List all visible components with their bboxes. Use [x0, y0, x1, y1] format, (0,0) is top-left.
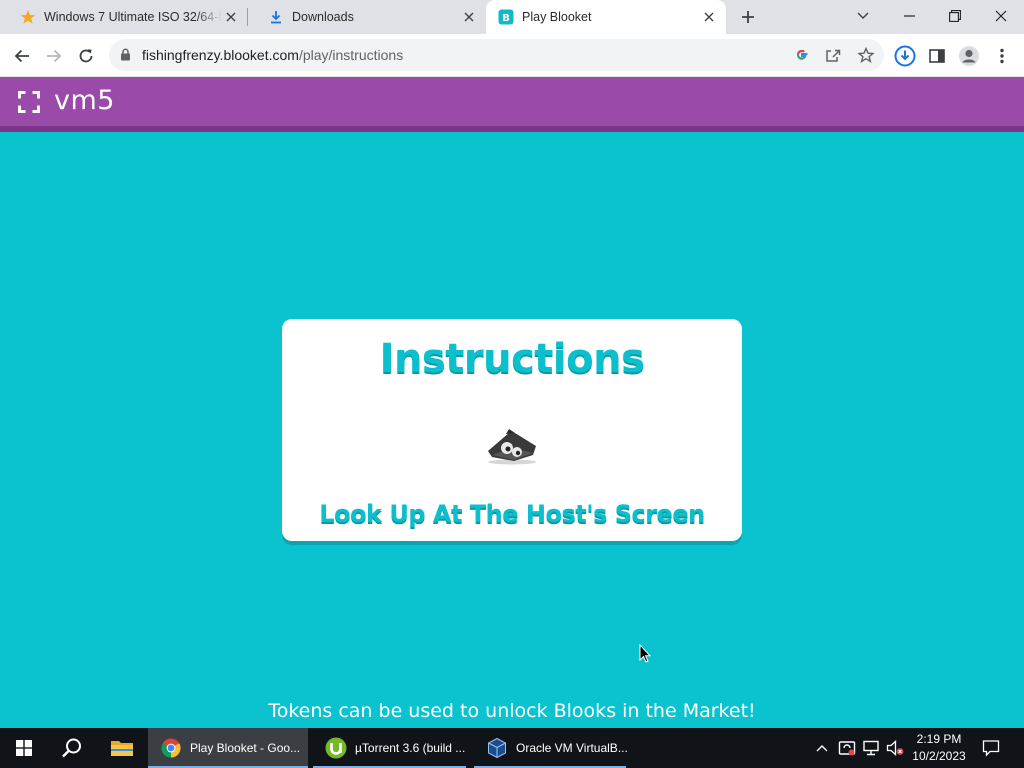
tab-title: Downloads: [292, 10, 354, 24]
restore-button[interactable]: [932, 0, 978, 32]
volume-muted-icon[interactable]: [884, 728, 906, 768]
share-icon[interactable]: [823, 45, 843, 65]
url-host: fishingfrenzy.blooket.com: [142, 47, 299, 63]
tab-play-blooket[interactable]: B Play Blooket: [486, 0, 726, 34]
forward-button[interactable]: [40, 42, 68, 70]
vpn-security-icon[interactable]: [836, 728, 858, 768]
player-name: vm5: [54, 85, 115, 116]
reload-button[interactable]: [72, 42, 100, 70]
taskbar-app-label: Oracle VM VirtualB...: [516, 741, 628, 755]
mouse-cursor-icon: [639, 643, 652, 668]
menu-kebab-icon[interactable]: [988, 42, 1016, 70]
utorrent-icon: [325, 737, 347, 759]
close-window-button[interactable]: [978, 0, 1024, 32]
close-tab-icon[interactable]: [222, 8, 240, 26]
url-text: fishingfrenzy.blooket.com/play/instructi…: [142, 47, 403, 63]
profile-avatar-icon[interactable]: [955, 42, 983, 70]
download-icon: [268, 9, 284, 25]
tab-search-chevron-icon[interactable]: [840, 0, 886, 32]
browser-tab-strip: Windows 7 Ultimate ISO 32/64-bit Downloa…: [0, 0, 1024, 34]
taskbar-app-label: µTorrent 3.6 (build ...: [355, 741, 466, 755]
google-lens-icon[interactable]: [792, 45, 812, 65]
start-button[interactable]: [0, 728, 48, 768]
close-tab-icon[interactable]: [700, 8, 718, 26]
fullscreen-icon[interactable]: [18, 91, 40, 113]
chrome-icon: [160, 737, 182, 759]
downloads-button[interactable]: [891, 42, 919, 70]
tab-title: Play Blooket: [522, 10, 592, 24]
network-icon[interactable]: [860, 728, 882, 768]
back-button[interactable]: [8, 42, 36, 70]
instructions-title: Instructions: [379, 336, 645, 382]
new-tab-button[interactable]: [736, 6, 760, 28]
taskbar-app-label: Play Blooket - Goo...: [190, 741, 301, 755]
virtualbox-icon: [486, 737, 508, 759]
browser-toolbar: fishingfrenzy.blooket.com/play/instructi…: [0, 34, 1024, 77]
system-clock[interactable]: 2:19 PM 10/2/2023: [908, 731, 970, 765]
instructions-subtitle: Look Up At The Host's Screen: [319, 500, 705, 528]
side-panel-icon[interactable]: [923, 42, 951, 70]
notifications-icon[interactable]: [978, 728, 1004, 768]
close-tab-icon[interactable]: [460, 8, 478, 26]
blooket-icon: B: [498, 9, 514, 25]
tab-windows-7-iso[interactable]: Windows 7 Ultimate ISO 32/64-bit: [0, 0, 248, 34]
taskbar-utorrent[interactable]: µTorrent 3.6 (build ...: [313, 728, 466, 768]
svg-text:B: B: [502, 13, 510, 24]
tip-text: Tokens can be used to unlock Blooks in t…: [268, 700, 756, 722]
blook-character-icon: [484, 424, 540, 466]
show-hidden-icons-chevron-icon[interactable]: [812, 728, 832, 768]
star-icon: [20, 9, 36, 25]
minimize-button[interactable]: [886, 0, 932, 32]
url-path: /play/instructions: [298, 47, 404, 63]
header-bottom-edge: [0, 126, 1024, 132]
bookmark-star-icon[interactable]: [856, 45, 876, 65]
clock-date: 10/2/2023: [912, 749, 966, 763]
taskbar-virtualbox[interactable]: Oracle VM VirtualB...: [474, 728, 628, 768]
tab-downloads[interactable]: Downloads: [248, 0, 486, 34]
file-explorer-icon[interactable]: [98, 728, 146, 768]
tab-title: Windows 7 Ultimate ISO 32/64-bit: [44, 10, 222, 24]
clock-time: 2:19 PM: [916, 732, 962, 746]
search-icon[interactable]: [48, 728, 96, 768]
taskbar-chrome[interactable]: Play Blooket - Goo...: [148, 728, 308, 768]
game-header-bar: [0, 77, 1024, 126]
windows-taskbar: Play Blooket - Goo... µTorrent 3.6 (buil…: [0, 728, 1024, 768]
lock-icon: [120, 48, 131, 66]
address-bar[interactable]: fishingfrenzy.blooket.com/play/instructi…: [109, 39, 884, 71]
